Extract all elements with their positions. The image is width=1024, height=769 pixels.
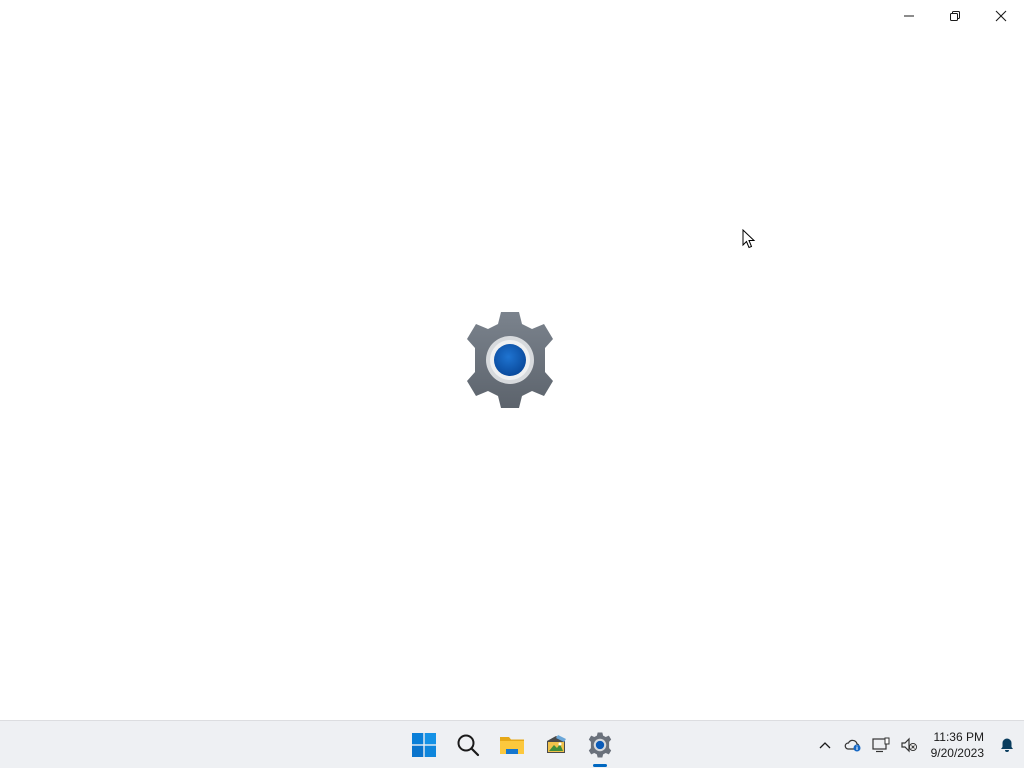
search-button[interactable]: [446, 723, 490, 767]
onedrive-tray-button[interactable]: [839, 725, 867, 765]
system-tray: 11:36 PM 9/20/2023: [811, 721, 1024, 769]
speaker-muted-icon: [901, 737, 917, 753]
minimize-button[interactable]: [886, 0, 932, 32]
clock-date: 9/20/2023: [930, 746, 984, 760]
mouse-pointer-icon: [742, 229, 756, 249]
windows-logo-icon: [412, 733, 436, 757]
settings-gear-icon: [467, 312, 553, 408]
network-tray-button[interactable]: [867, 725, 895, 765]
notification-center-button[interactable]: [990, 725, 1024, 765]
restore-icon: [950, 11, 960, 21]
file-explorer-button[interactable]: [490, 723, 534, 767]
clock-time: 11:36 PM: [933, 730, 984, 744]
photo-app-button[interactable]: [534, 723, 578, 767]
settings-taskbar-button[interactable]: [578, 723, 622, 767]
minimize-icon: [904, 15, 914, 17]
close-icon: [995, 10, 1007, 22]
search-icon: [457, 734, 480, 757]
settings-window: [0, 0, 1024, 720]
network-icon: [872, 737, 890, 753]
photo-app-icon: [547, 735, 566, 753]
folder-icon: [500, 737, 524, 754]
taskbar: 11:36 PM 9/20/2023: [0, 720, 1024, 768]
bell-icon: [1001, 738, 1013, 752]
taskbar-apps: [402, 721, 622, 769]
settings-gear-icon: [588, 732, 612, 758]
restore-button[interactable]: [932, 0, 978, 32]
close-button[interactable]: [978, 0, 1024, 32]
show-hidden-icons-button[interactable]: [811, 725, 839, 765]
caption-buttons: [886, 0, 1024, 32]
onedrive-icon: [844, 739, 861, 752]
chevron-up-icon: [819, 742, 831, 749]
volume-tray-button[interactable]: [895, 725, 923, 765]
start-button[interactable]: [402, 723, 446, 767]
clock[interactable]: 11:36 PM 9/20/2023: [923, 729, 990, 761]
